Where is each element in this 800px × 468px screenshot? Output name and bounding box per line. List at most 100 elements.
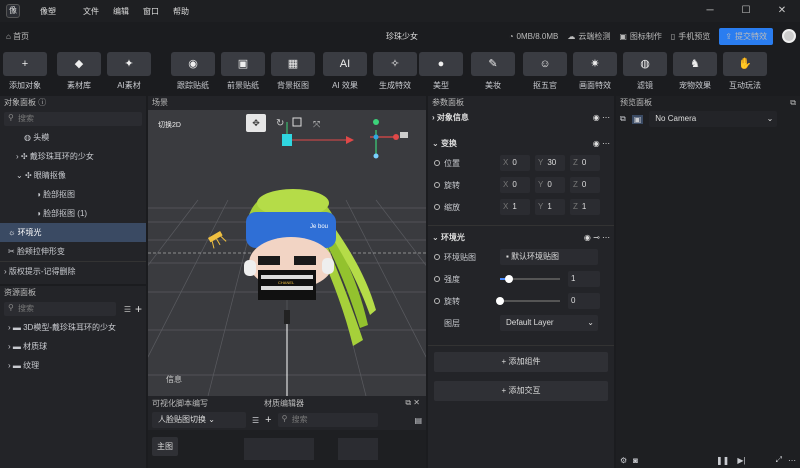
copy-icon[interactable]: ⧉ [620, 114, 626, 124]
tab-visual-script[interactable]: 可视化脚本编写 [152, 398, 208, 409]
node-graph-preview[interactable] [244, 438, 314, 460]
tree-item-head[interactable]: ◍ 头模 [0, 128, 146, 147]
generate-icon: ✧ [373, 52, 417, 76]
node-search-input[interactable]: 搜索 [277, 412, 378, 427]
tree-item-face-matting[interactable]: ◑ 脸部抠图 [0, 185, 146, 204]
scale-x-input[interactable]: X1 [500, 199, 530, 215]
tree-item-ambient[interactable]: ☼ 环境光 [0, 223, 146, 242]
menu-help[interactable]: 帮助 [173, 6, 189, 17]
scene-viewport[interactable]: ✥ ↻ ⤧ Je bou CHANEL 切换2D 信息 [148, 110, 426, 396]
settings-icon[interactable]: ⚙ [620, 456, 627, 465]
folder-texture[interactable]: › ▬ 纹理 [0, 356, 146, 375]
section-ambient[interactable]: ⌄ 环境光 ◉ ⊸ ⋯ [428, 230, 614, 246]
phone-preview-button[interactable]: ▯ 手机预览 [671, 31, 710, 42]
toolbar-filter-button[interactable]: ◍ 滤镜 [622, 52, 668, 91]
screen-effect-icon: ✷ [573, 52, 617, 76]
fullscreen-icon[interactable]: ⤢ [776, 455, 782, 465]
section-transform[interactable]: ⌄ 变换 ◉ ⋯ [428, 136, 614, 152]
calendar-icon[interactable]: ▤ [414, 416, 422, 425]
popout-icon[interactable]: ⧉ ✕ [405, 398, 426, 408]
minimize-icon[interactable]: ─ [692, 0, 728, 22]
breadcrumb[interactable]: ⌂ 首页 [6, 31, 29, 42]
node-graph-preview-2[interactable] [338, 438, 378, 460]
step-icon[interactable]: ▶| [737, 456, 745, 465]
script-select[interactable]: 人脸贴图切换 ⌄ [152, 412, 246, 428]
camera-icon[interactable]: ▣ [631, 114, 644, 124]
main-graph-tab[interactable]: 主图 [152, 437, 178, 456]
toolbar-makeup-button[interactable]: ✎ 美妆 [470, 52, 516, 91]
tree-item-face-matting-1[interactable]: ◑ 脸部抠图 (1) [0, 204, 146, 223]
folder-material[interactable]: › ▬ 材质球 [0, 337, 146, 356]
tree-item-copyright[interactable]: › 版权提示-记得删除 [0, 261, 146, 280]
toolbar-background-button[interactable]: ▦ 背景抠图 [270, 52, 316, 91]
toolbar-pet-button[interactable]: ♞ 宠物效果 [672, 52, 718, 91]
project-title: 珍珠少女 [386, 32, 418, 41]
camera-icon[interactable]: ◙ [633, 456, 638, 465]
toolbar-label: 画面特效 [579, 81, 611, 90]
globe-icon: ◍ [24, 133, 34, 142]
camera-select[interactable]: No Camera ⌄ [649, 111, 778, 127]
intensity-slider[interactable] [500, 275, 560, 283]
toolbar-interactive-button[interactable]: ✋ 互动玩法 [722, 52, 768, 91]
section-object-info[interactable]: › 对象信息 ◉ ⋯ [428, 110, 614, 126]
resource-search-input[interactable]: 搜索 [4, 301, 116, 316]
scene-canvas[interactable]: ✥ ↻ ⤧ Je bou CHANEL [148, 110, 426, 396]
position-x-input[interactable]: X0 [500, 155, 530, 171]
add-node-icon[interactable]: + [265, 414, 271, 426]
toolbar-sticker-button[interactable]: ◉ 跟踪贴纸 [170, 52, 216, 91]
section-toggle-icon: ◉ ⋯ [592, 113, 610, 122]
parameter-panel: 参数面板 › 对象信息 ◉ ⋯ ⌄ 变换 ◉ ⋯ 位置 X0 Y 30 Z0 旋转 X… [428, 96, 614, 468]
icon-make-button[interactable]: ▣ 图标制作 [619, 31, 662, 42]
toolbar-ai-effect-button[interactable]: AI AI 效果 [322, 52, 368, 91]
rotate-input[interactable]: 0 [568, 293, 600, 309]
toolbar-cube-button[interactable]: ◆ 素材库 [56, 52, 102, 91]
toolbar-ai-material-button[interactable]: ✦ AI素材 [106, 52, 152, 91]
scale-z-input[interactable]: Z1 [570, 199, 600, 215]
cloud-check-button[interactable]: ☁ 云端检测 [567, 31, 610, 42]
tree-item-girl[interactable]: › ✣ 戴珍珠耳环的少女 [0, 147, 146, 166]
toolbar-foreground-sticker-button[interactable]: ▣ 前景贴纸 [220, 52, 266, 91]
rotation-z-input[interactable]: Z0 [570, 177, 600, 193]
pause-icon[interactable]: ❚❚ [716, 456, 729, 465]
svg-text:✥: ✥ [252, 118, 260, 128]
toolbar-screen-effect-button[interactable]: ✷ 画面特效 [572, 52, 618, 91]
folder-3d-model[interactable]: › ▬ 3D模型-戴珍珠耳环的少女 [0, 318, 146, 337]
submit-button[interactable]: ⇪ 提交特效 [719, 27, 773, 45]
toolbar-plus-button[interactable]: + 添加对象 [2, 52, 48, 91]
scale-y-input[interactable]: Y1 [535, 199, 565, 215]
list-icon[interactable]: ☰ [252, 416, 259, 425]
menu-window[interactable]: 窗口 [143, 6, 159, 17]
tab-material-editor[interactable]: 材质编辑器 [264, 398, 304, 409]
rotate-slider[interactable] [496, 297, 560, 305]
toolbar-label: 抠五官 [533, 81, 557, 90]
toolbar-face-button[interactable]: ☺ 抠五官 [522, 52, 568, 91]
more-icon[interactable]: ⋯ [788, 456, 796, 465]
menu-edit[interactable]: 编辑 [113, 6, 129, 17]
rotate-row: 旋转 0 [428, 290, 614, 312]
env-map-select[interactable]: ▪ 默认环境贴图 [500, 249, 598, 265]
preview-panel: 预览面板 ⧉ ⧉ ▣ No Camera ⌄ ⚙ ◙ ❚❚ ▶| ⤢ ⋯ [616, 96, 800, 468]
toolbar-beauty-button[interactable]: ● 美型 [418, 52, 464, 91]
intensity-input[interactable]: 1 [568, 271, 600, 287]
chevron-down-icon: ⌄ [16, 171, 25, 180]
cloud-icon: ☁ [567, 31, 576, 41]
sort-icon[interactable]: ☰ [124, 305, 131, 314]
layer-select[interactable]: Default Layer ⌄ [500, 315, 598, 331]
toggle-2d-button[interactable]: 切换2D [158, 120, 181, 130]
tree-item-cheek-stretch[interactable]: ✂ 脸颊拉伸形变 [0, 242, 146, 261]
maximize-icon[interactable]: ☐ [728, 0, 764, 22]
add-interaction-button[interactable]: + 添加交互 [434, 381, 608, 401]
rotation-x-input[interactable]: X0 [500, 177, 530, 193]
toolbar-generate-button[interactable]: ✧ 生成特效 [372, 52, 418, 91]
menu-file[interactable]: 文件 [83, 6, 99, 17]
avatar[interactable] [782, 29, 796, 43]
position-y-input[interactable]: Y 30 [535, 155, 565, 171]
tree-item-eye-matting[interactable]: ⌄ ✣ 眼睛抠像 [0, 166, 146, 185]
close-icon[interactable]: ✕ [764, 0, 800, 22]
add-component-button[interactable]: + 添加组件 [434, 352, 608, 372]
position-z-input[interactable]: Z0 [570, 155, 600, 171]
add-resource-icon[interactable]: + [135, 302, 142, 316]
object-panel: 对象面板 ⓘ 搜索 ◍ 头模 › ✣ 戴珍珠耳环的少女 ⌄ ✣ 眼睛抠像 ◑ 脸… [0, 96, 146, 284]
object-search-input[interactable]: 搜索 [4, 111, 142, 126]
rotation-y-input[interactable]: Y0 [535, 177, 565, 193]
